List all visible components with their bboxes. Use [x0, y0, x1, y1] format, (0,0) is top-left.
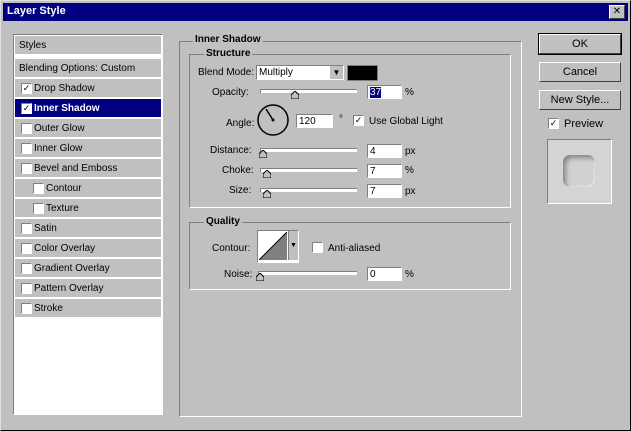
style-item-bevel-emboss[interactable]: Bevel and Emboss: [15, 159, 161, 178]
size-label: Size:: [229, 185, 252, 196]
angle-unit: °: [339, 114, 343, 125]
global-light-checkbox[interactable]: ✓: [353, 115, 364, 126]
choke-slider[interactable]: [260, 168, 357, 172]
blend-mode-value: Multiply: [259, 67, 293, 78]
style-item-label: Texture: [46, 203, 79, 214]
distance-slider-thumb[interactable]: [259, 150, 267, 158]
close-icon: ✕: [612, 6, 622, 17]
noise-slider-thumb[interactable]: [256, 273, 264, 281]
distance-slider[interactable]: [260, 148, 357, 152]
size-slider-thumb[interactable]: [263, 190, 271, 198]
structure-title: Structure: [204, 48, 253, 59]
new-style-button[interactable]: New Style...: [539, 90, 621, 110]
distance-unit: px: [405, 146, 416, 157]
style-item-label: Contour: [46, 183, 82, 194]
choke-input[interactable]: 7: [367, 164, 402, 178]
blending-options-item[interactable]: Blending Options: Custom: [15, 59, 161, 78]
drop-shadow-checkbox[interactable]: ✓: [21, 83, 32, 94]
bevel-emboss-checkbox[interactable]: [21, 163, 32, 174]
contour-picker[interactable]: ▼: [257, 230, 299, 263]
antialiased-label: Anti-aliased: [328, 243, 381, 254]
blending-options-label: Blending Options: Custom: [19, 63, 136, 74]
choke-label: Choke:: [222, 165, 254, 176]
preview-checkbox[interactable]: ✓: [548, 118, 559, 129]
ok-button[interactable]: OK: [538, 33, 622, 55]
style-item-satin[interactable]: Satin: [15, 219, 161, 238]
style-item-outer-glow[interactable]: Outer Glow: [15, 119, 161, 138]
antialiased-checkbox[interactable]: [312, 242, 323, 253]
style-item-label: Stroke: [34, 303, 63, 314]
style-item-contour[interactable]: Contour: [15, 179, 161, 198]
quality-title: Quality: [204, 216, 242, 227]
styles-list: Styles Blending Options: Custom ✓ Drop S…: [13, 34, 163, 415]
style-item-label: Gradient Overlay: [34, 263, 110, 274]
window-title: Layer Style: [7, 5, 66, 17]
texture-checkbox[interactable]: [33, 203, 44, 214]
layer-style-dialog: Layer Style ✕ Styles Blending Options: C…: [0, 0, 631, 431]
style-item-label: Inner Glow: [34, 143, 83, 154]
style-item-drop-shadow[interactable]: ✓ Drop Shadow: [15, 79, 161, 98]
inner-shadow-checkbox[interactable]: ✓: [21, 103, 32, 114]
preview-thumbnail: [547, 139, 612, 204]
opacity-slider[interactable]: [260, 89, 357, 93]
pattern-overlay-checkbox[interactable]: [21, 283, 32, 294]
shadow-color-swatch[interactable]: [347, 65, 378, 81]
close-button[interactable]: ✕: [609, 5, 625, 19]
outer-glow-checkbox[interactable]: [21, 123, 32, 134]
angle-input[interactable]: 120: [296, 114, 333, 128]
blend-mode-select[interactable]: Multiply ▼: [256, 65, 344, 80]
style-item-label: Pattern Overlay: [34, 283, 104, 294]
style-item-inner-shadow[interactable]: ✓ Inner Shadow: [15, 99, 161, 118]
size-input[interactable]: 7: [367, 184, 402, 198]
noise-input[interactable]: 0: [367, 267, 402, 281]
distance-input[interactable]: 4: [367, 144, 402, 158]
styles-header-label: Styles: [19, 40, 47, 51]
style-item-texture[interactable]: Texture: [15, 199, 161, 218]
contour-checkbox[interactable]: [33, 183, 44, 194]
style-item-label: Drop Shadow: [34, 83, 95, 94]
global-light-label: Use Global Light: [369, 116, 443, 127]
style-item-pattern-overlay[interactable]: Pattern Overlay: [15, 279, 161, 298]
color-overlay-checkbox[interactable]: [21, 243, 32, 254]
opacity-input[interactable]: 37: [367, 85, 402, 99]
style-item-label: Bevel and Emboss: [34, 163, 118, 174]
style-item-label: Outer Glow: [34, 123, 85, 134]
angle-dial[interactable]: [256, 103, 290, 137]
size-unit: px: [405, 186, 416, 197]
opacity-slider-thumb[interactable]: [291, 91, 299, 99]
size-slider[interactable]: [260, 188, 357, 192]
preview-shape: [563, 155, 595, 187]
cancel-button[interactable]: Cancel: [539, 62, 621, 82]
title-bar: Layer Style ✕: [3, 3, 628, 21]
style-item-label: Satin: [34, 223, 57, 234]
chevron-down-icon: ▼: [329, 66, 343, 79]
gradient-overlay-checkbox[interactable]: [21, 263, 32, 274]
section-title: Inner Shadow: [193, 34, 263, 45]
style-item-color-overlay[interactable]: Color Overlay: [15, 239, 161, 258]
opacity-label: Opacity:: [212, 87, 249, 98]
choke-unit: %: [405, 165, 414, 176]
noise-slider[interactable]: [258, 271, 357, 275]
inner-glow-checkbox[interactable]: [21, 143, 32, 154]
stroke-checkbox[interactable]: [21, 303, 32, 314]
satin-checkbox[interactable]: [21, 223, 32, 234]
preview-label: Preview: [564, 118, 604, 130]
styles-header[interactable]: Styles: [15, 36, 161, 55]
blend-mode-label: Blend Mode:: [198, 67, 255, 78]
opacity-unit: %: [405, 87, 414, 98]
contour-dropdown-icon[interactable]: ▼: [288, 231, 298, 260]
style-item-label: Color Overlay: [34, 243, 96, 254]
noise-unit: %: [405, 269, 414, 280]
style-item-label: Inner Shadow: [34, 103, 100, 114]
contour-label: Contour:: [212, 243, 251, 254]
contour-curve-icon: [259, 232, 287, 260]
style-item-gradient-overlay[interactable]: Gradient Overlay: [15, 259, 161, 278]
noise-label: Noise:: [224, 269, 253, 280]
style-item-stroke[interactable]: Stroke: [15, 299, 161, 318]
distance-label: Distance:: [210, 145, 252, 156]
style-item-inner-glow[interactable]: Inner Glow: [15, 139, 161, 158]
angle-label: Angle:: [226, 118, 255, 129]
choke-slider-thumb[interactable]: [263, 170, 271, 178]
